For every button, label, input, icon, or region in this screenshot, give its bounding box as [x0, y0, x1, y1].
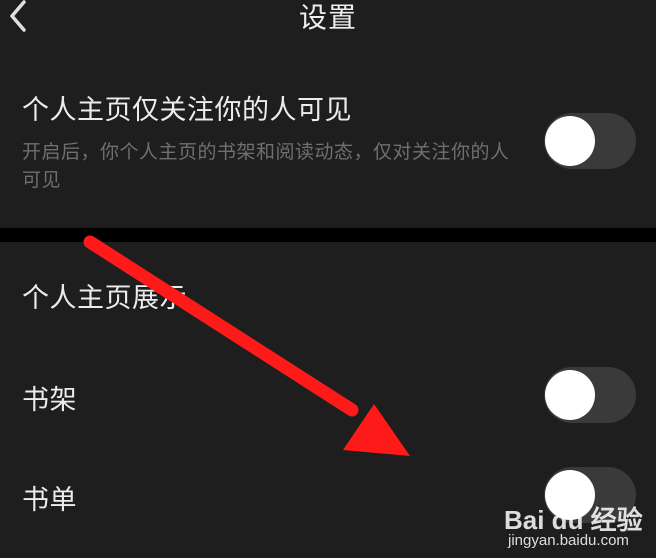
toggle-knob: [545, 370, 595, 420]
privacy-setting-description: 开启后，你个人主页的书架和阅读动态，仅对关注你的人可见: [22, 141, 510, 191]
bookshelf-toggle[interactable]: [544, 367, 636, 423]
toggle-knob: [545, 116, 595, 166]
page-title: 设置: [298, 1, 357, 34]
header-bar: 设置: [0, 0, 656, 40]
profile-display-section-title: 个人主页展示: [22, 283, 187, 314]
toggle-knob: [545, 470, 595, 520]
privacy-setting-title: 个人主页仅关注你的人可见: [22, 95, 352, 126]
bookshelf-label: 书架: [22, 385, 77, 416]
privacy-toggle[interactable]: [544, 113, 636, 169]
section-divider: [0, 228, 656, 242]
settings-screen: 设置 个人主页仅关注你的人可见 开启后，你个人主页的书架和阅读动态，仅对关注你的…: [0, 0, 656, 558]
watermark-url: jingyan.baidu.com: [508, 532, 629, 549]
booklist-toggle[interactable]: [544, 467, 636, 523]
booklist-label: 书单: [22, 485, 77, 516]
